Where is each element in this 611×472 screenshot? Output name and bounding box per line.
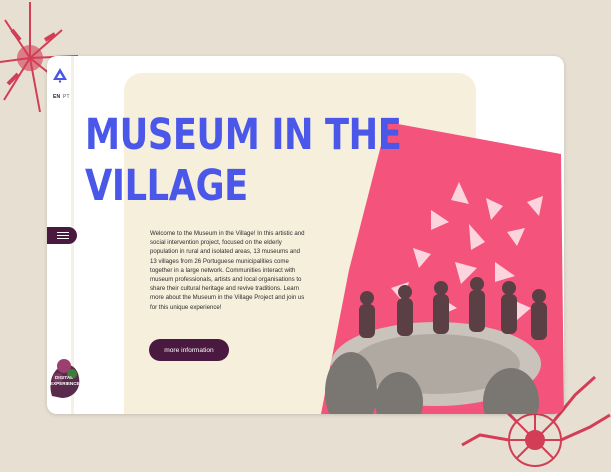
- hamburger-menu-icon: [57, 232, 69, 233]
- language-option-en[interactable]: EN: [53, 94, 60, 100]
- title-line-1: MUSEUM IN THE: [85, 110, 402, 160]
- hamburger-menu-button[interactable]: [47, 227, 77, 244]
- hamburger-menu-icon-bar: [57, 238, 69, 239]
- language-option-pt[interactable]: PT: [63, 94, 70, 100]
- page-title: MUSEUM IN THE VILLAGE: [85, 110, 402, 212]
- main-card: MUSEUM IN THE VILLAGE Welcome to the Mus…: [47, 56, 564, 414]
- intro-paragraph: Welcome to the Museum in the Village! In…: [150, 230, 305, 311]
- language-switcher: EN PT: [53, 94, 70, 100]
- hamburger-menu-icon-bar: [57, 235, 69, 236]
- badge-line-1: DIGITAL: [54, 375, 74, 380]
- title-line-2: VILLAGE: [85, 161, 248, 211]
- more-information-button[interactable]: more information: [149, 339, 229, 361]
- digital-experience-label[interactable]: DIGITAL EXPERIENCE: [50, 375, 80, 386]
- museum-logo-icon[interactable]: [52, 67, 68, 83]
- badge-line-2: EXPERIENCE: [50, 380, 80, 386]
